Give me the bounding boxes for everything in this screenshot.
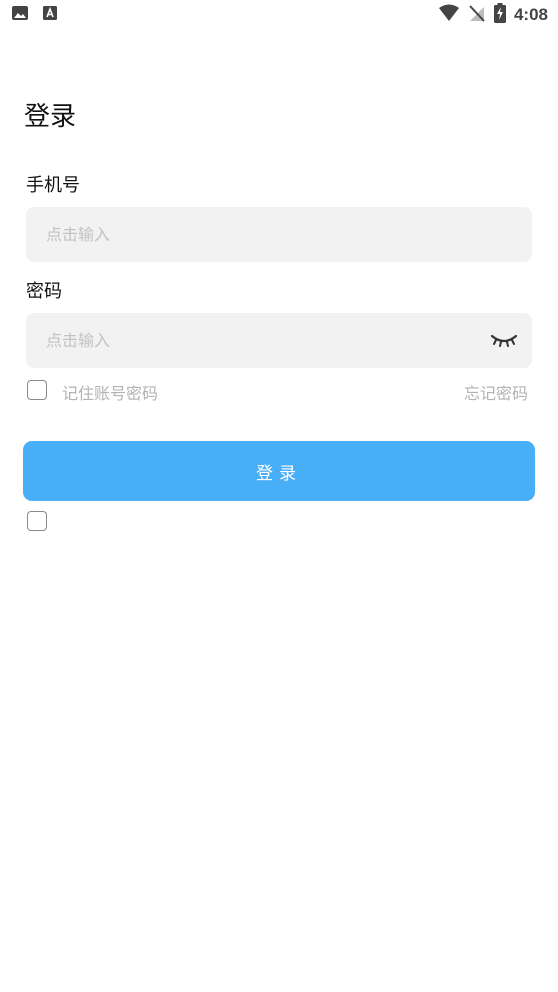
phone-label: 手机号 (26, 175, 80, 196)
image-icon (12, 5, 28, 21)
remember-label[interactable]: 记住账号密码 (62, 380, 158, 404)
password-field[interactable] (26, 313, 532, 368)
password-label: 密码 (26, 281, 62, 302)
wifi-icon (438, 4, 460, 26)
phone-input[interactable] (26, 207, 532, 262)
status-bar: 4:08 (0, 0, 558, 30)
agreement-checkbox[interactable] (27, 511, 47, 531)
status-time: 4:08 (513, 5, 548, 24)
agreement-checkbox-wrap (27, 511, 49, 533)
status-left (12, 5, 58, 21)
forgot-password-link[interactable]: 忘记密码 (464, 380, 528, 404)
remember-row: 记住账号密码 忘记密码 (26, 378, 532, 404)
phone-field[interactable] (26, 207, 532, 262)
eye-closed-icon[interactable] (490, 331, 518, 351)
battery-charging-icon (493, 3, 506, 27)
remember-checkbox[interactable] (27, 380, 47, 400)
signal-off-icon (468, 4, 486, 26)
login-button[interactable]: 登录 (23, 441, 535, 501)
a-icon (42, 5, 58, 21)
password-input[interactable] (26, 313, 532, 368)
page-title: 登录 (24, 102, 77, 132)
status-right: 4:08 (438, 3, 548, 27)
